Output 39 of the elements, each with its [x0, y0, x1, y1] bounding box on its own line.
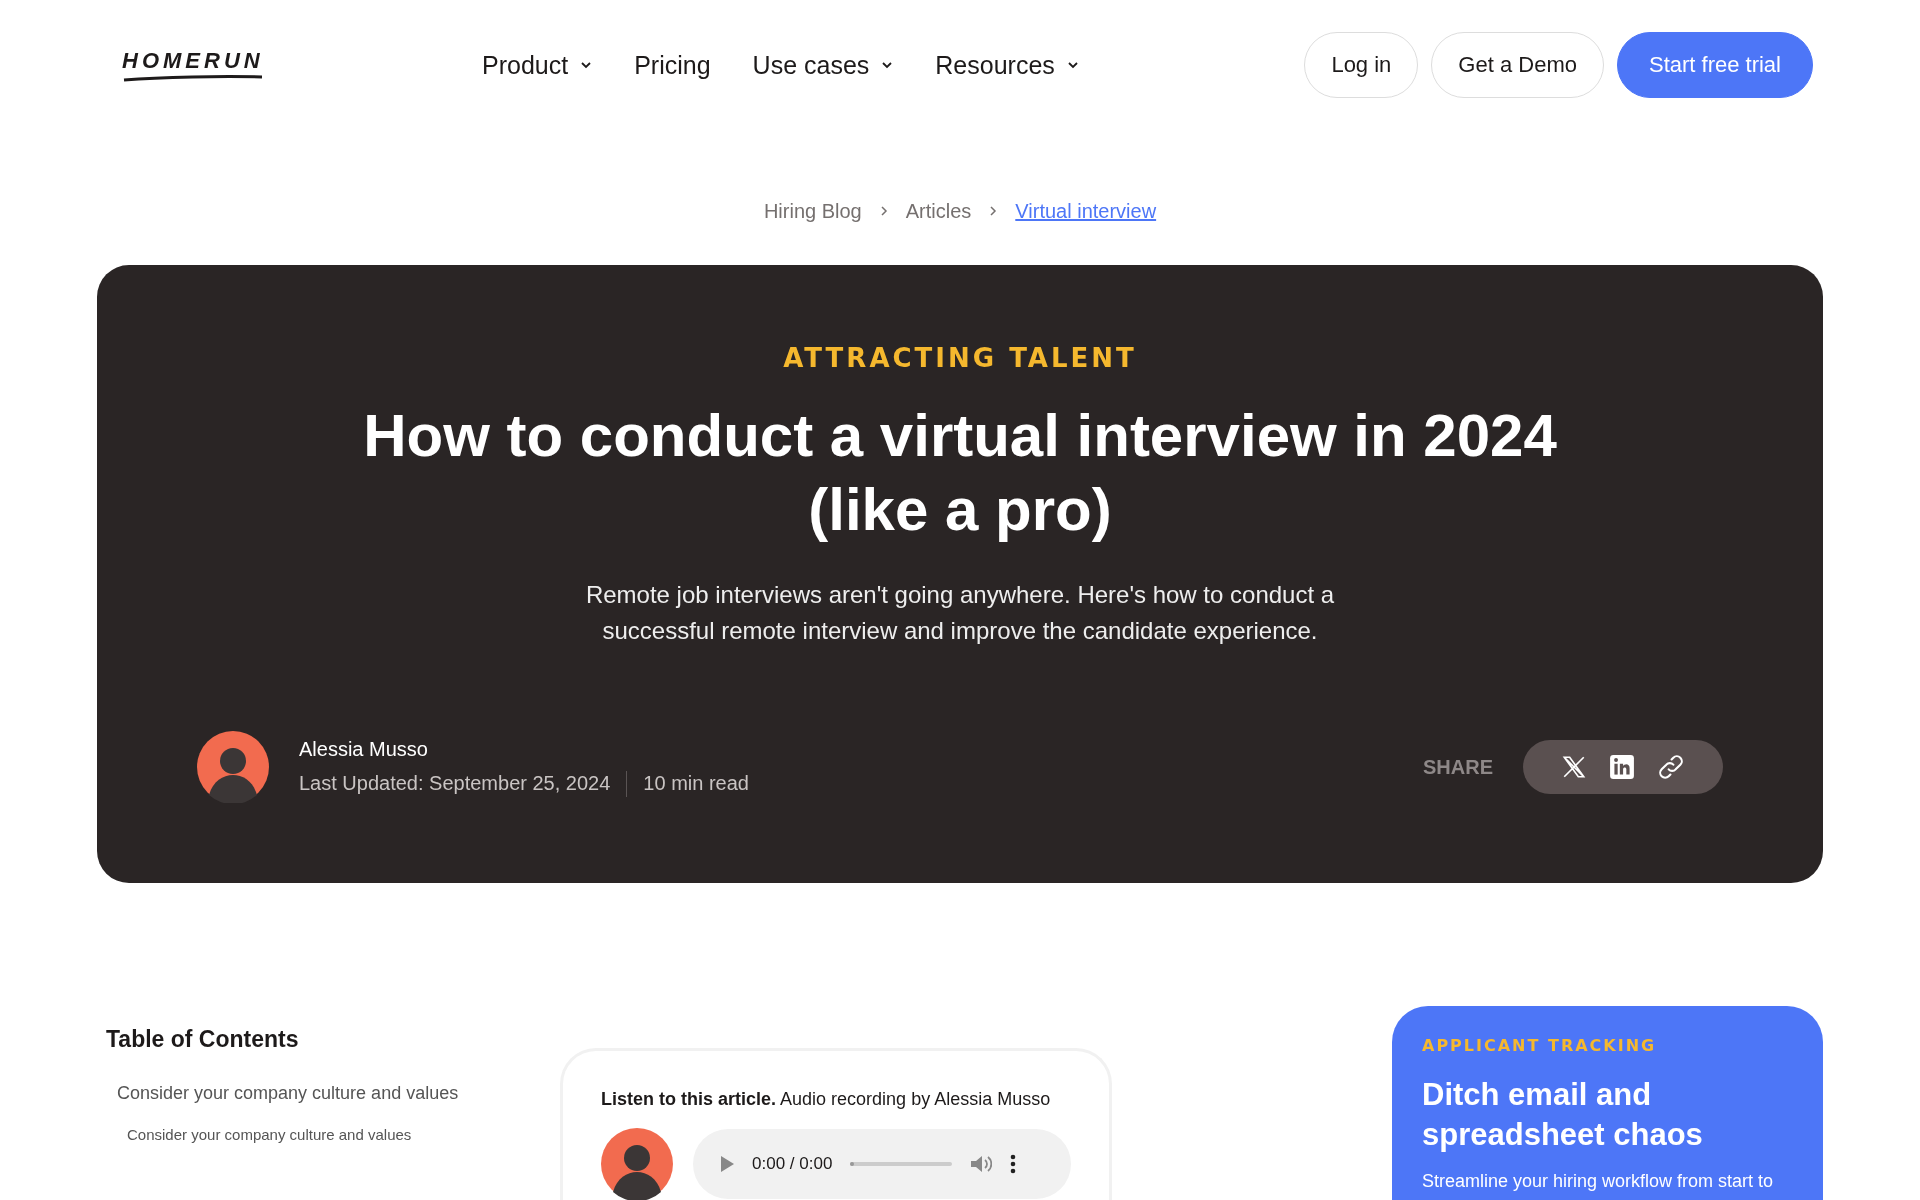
avatar [197, 731, 269, 803]
link-icon[interactable] [1657, 753, 1685, 781]
header-button[interactable]: Get a Demo [1431, 32, 1604, 98]
linkedin-icon[interactable] [1609, 754, 1635, 780]
promo-text: Streamline your hiring workflow from start to [1422, 1171, 1775, 1192]
avatar [601, 1128, 673, 1200]
nav-link[interactable]: Resources [935, 50, 1079, 80]
share-label: SHARE [1423, 755, 1493, 779]
category-label: ATTRACTING TALENT [783, 343, 1137, 373]
toc-link[interactable]: Consider your company culture and values [127, 1126, 560, 1143]
read-time: 10 min read [643, 772, 749, 795]
article-subtitle: Remote job interviews aren't going anywhere. Here's how to conduct a successful remote interview and improve the candidate experience. [584, 580, 1336, 646]
breadcrumb-link[interactable]: Hiring Blog [763, 199, 862, 223]
logo-underline-icon [122, 74, 264, 82]
promo-category: APPLICANT TRACKING [1422, 1036, 1658, 1055]
breadcrumb-link[interactable]: Virtual interview [1015, 199, 1157, 223]
chevron-icon [879, 205, 888, 217]
toc-link[interactable]: Consider your company culture and values [117, 1083, 560, 1104]
chevron-icon [989, 205, 998, 217]
logo[interactable]: HOMERUN [122, 48, 264, 74]
more-icon[interactable] [1010, 1154, 1017, 1174]
updated-date: Last Updated: September 25, 2024 [299, 772, 611, 795]
breadcrumb-link[interactable]: Articles [905, 199, 972, 223]
audio-time: 0:00 / 0:00 [752, 1154, 833, 1174]
toc-title: Table of Contents [106, 1026, 300, 1053]
trial-button[interactable]: Start free trial [1616, 32, 1813, 98]
author-name: Alessia Musso [299, 737, 429, 761]
nav-link[interactable]: Use cases [752, 50, 894, 80]
play-icon[interactable] [721, 1156, 734, 1172]
progress-thumb[interactable] [850, 1162, 855, 1166]
x-logo-icon[interactable] [1561, 754, 1587, 780]
progress-slider[interactable] [850, 1162, 953, 1166]
nav-link[interactable]: Product [482, 50, 593, 80]
volume-icon[interactable] [970, 1154, 993, 1174]
header-button[interactable]: Log in [1304, 32, 1419, 98]
audio-intro: Listen to this article. Audio recording by Alessia Musso [601, 1089, 1052, 1110]
promo-title: Ditch email and spreadsheet chaos [1422, 1076, 1704, 1154]
nav-link[interactable]: Pricing [634, 50, 711, 80]
article-title: How to conduct a virtual interview in 2024 (like a pro) [362, 401, 1558, 545]
